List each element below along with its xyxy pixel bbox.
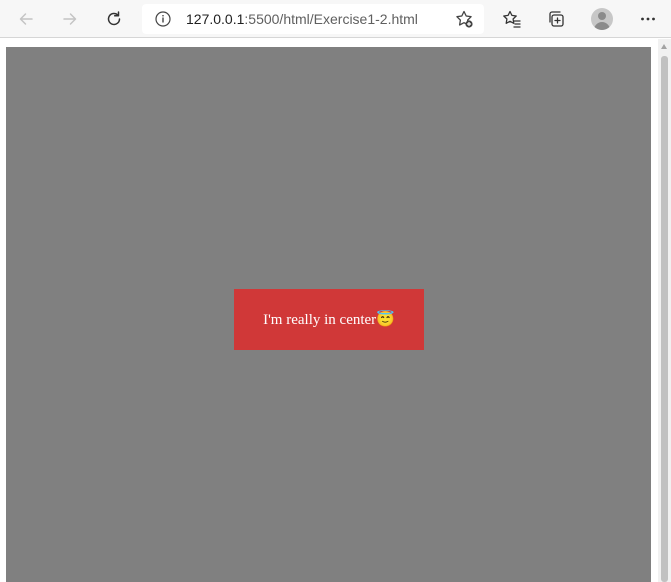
url-host: 127.0.0.1 bbox=[186, 11, 245, 27]
url-path: :5500/html/Exercise1-2.html bbox=[244, 11, 418, 27]
more-horizontal-icon bbox=[641, 17, 655, 21]
browser-window: 127.0.0.1:5500/html/Exercise1-2.html I'm… bbox=[0, 0, 671, 582]
url-text[interactable]: 127.0.0.1:5500/html/Exercise1-2.html bbox=[186, 11, 418, 27]
page-viewport: I'm really in center😇 bbox=[0, 39, 658, 582]
centered-box: I'm really in center😇 bbox=[234, 289, 424, 350]
avatar[interactable] bbox=[591, 8, 613, 30]
gray-container: I'm really in center😇 bbox=[6, 47, 651, 582]
back-button[interactable] bbox=[11, 4, 41, 34]
collections-icon bbox=[549, 11, 564, 27]
collections-button[interactable] bbox=[541, 4, 571, 34]
avatar-body-shape bbox=[594, 22, 610, 30]
centered-box-label: I'm really in center bbox=[263, 312, 377, 328]
scroll-up-arrow-icon[interactable] bbox=[661, 44, 667, 49]
avatar-head-shape bbox=[598, 12, 606, 20]
scrollbar-thumb[interactable] bbox=[661, 56, 668, 582]
star-plus-icon[interactable] bbox=[454, 9, 474, 29]
favorites-list-icon bbox=[503, 10, 521, 28]
back-arrow-icon bbox=[19, 13, 33, 25]
forward-button[interactable] bbox=[55, 4, 85, 34]
refresh-button[interactable] bbox=[99, 4, 129, 34]
forward-arrow-icon bbox=[63, 13, 77, 25]
favorites-button[interactable] bbox=[497, 4, 527, 34]
vertical-scrollbar[interactable] bbox=[658, 39, 671, 582]
refresh-icon bbox=[107, 11, 121, 26]
centered-box-text: I'm really in center😇 bbox=[263, 310, 395, 329]
info-icon[interactable] bbox=[154, 10, 172, 28]
settings-menu-button[interactable] bbox=[633, 4, 663, 34]
browser-toolbar: 127.0.0.1:5500/html/Exercise1-2.html bbox=[0, 0, 671, 38]
address-bar[interactable]: 127.0.0.1:5500/html/Exercise1-2.html bbox=[142, 4, 484, 34]
smiling-face-with-halo-icon: 😇 bbox=[376, 312, 395, 328]
